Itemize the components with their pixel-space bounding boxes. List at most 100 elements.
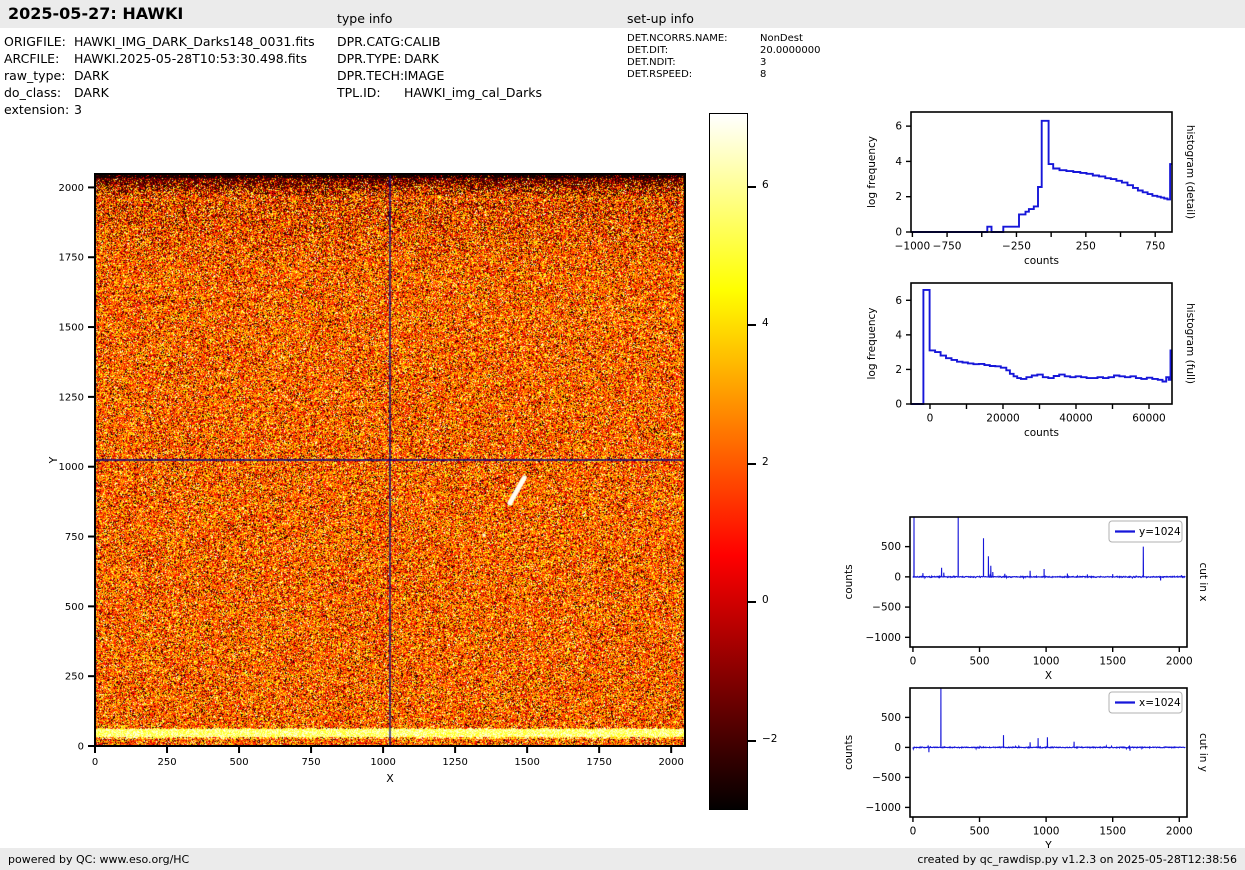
- axes-border: [94, 173, 686, 747]
- legend-label: x=1024: [1139, 697, 1181, 709]
- info-row-dit: DET.DIT: 20.0000000: [627, 45, 820, 56]
- colorbar-tick: [748, 739, 756, 742]
- x-tick-label: 2000: [658, 757, 683, 768]
- y-tick-label: 2: [895, 364, 902, 376]
- y-tick-label: 0: [894, 571, 901, 583]
- y-axis-label: counts: [843, 735, 855, 770]
- colorbar-tick-label: 2: [762, 455, 769, 468]
- y-tick-label: 1500: [59, 323, 84, 334]
- cut_in_y-axes: 0 500 1000 1500 2000−1000−5000500Ycounts cut …: [843, 687, 1209, 852]
- histogram_full-axes: 0 20000 40000 60000 0 2 4 6 counts log frequency h…: [866, 282, 1196, 439]
- y-tick-label: 6: [895, 121, 902, 133]
- y-tick-label: −500: [872, 772, 901, 784]
- x-tick-label: 0: [927, 413, 934, 425]
- footer-created-by: created by qc_rawdisp.py v1.2.3 on 2025-…: [917, 853, 1237, 866]
- side-label: histogram (detail): [1184, 125, 1196, 219]
- info-value: DARK: [404, 51, 439, 66]
- y-tick-label: 250: [65, 672, 84, 683]
- x-tick-label: 1500: [514, 757, 539, 768]
- info-value: DARK: [74, 68, 109, 83]
- axes-border: [910, 282, 1173, 405]
- x-tick-label: 1000: [1033, 826, 1060, 838]
- info-label: ARCFILE:: [4, 51, 60, 66]
- info-label: DET.RSPEED:: [627, 69, 693, 80]
- info-row-ncorrs: DET.NCORRS.NAME: NonDest: [627, 33, 803, 44]
- y-tick-label: 1250: [59, 392, 84, 403]
- info-label: DET.NCORRS.NAME:: [627, 33, 728, 44]
- x-tick-label: −250: [1002, 241, 1031, 253]
- info-label: DPR.TYPE:: [337, 51, 402, 66]
- colorbar-tick-label: 4: [762, 317, 769, 330]
- colorbar-tick-label: −2: [762, 732, 778, 745]
- raw_image-axes: 0 250 500 750 1000 1250 1500 1750 2000 0 250 500 750…: [47, 173, 686, 785]
- x-tick-label: 1000: [1033, 656, 1060, 668]
- histogram_detail-axes: −1000 −750 −250 250 750 0 2 4 6 counts log frequen…: [866, 111, 1196, 267]
- y-tick-label: 500: [881, 712, 901, 724]
- x-tick-label: 40000: [1059, 413, 1092, 425]
- info-label: DET.DIT:: [627, 45, 669, 56]
- x-tick-label: 500: [969, 826, 989, 838]
- colorbar: [709, 113, 748, 810]
- info-row-rspeed: DET.RSPEED: 8: [627, 69, 766, 80]
- info-value: 3: [74, 102, 82, 117]
- y-tick-label: 4: [895, 329, 902, 341]
- y-tick-label: 0: [895, 399, 902, 411]
- info-value: 20.0000000: [760, 45, 821, 56]
- y-tick-label: 6: [895, 295, 902, 307]
- x-tick-label: 1250: [442, 757, 467, 768]
- y-tick-label: 2000: [59, 183, 84, 194]
- histogram_detail-series: [911, 119, 1172, 233]
- x-tick-label: −750: [933, 241, 962, 253]
- footer-powered-by: powered by QC: www.eso.org/HC: [8, 853, 190, 866]
- y-tick-label: 4: [895, 156, 902, 168]
- x-tick-label: 0: [910, 656, 917, 668]
- info-row-dpr-type: DPR.TYPE: DARK: [337, 51, 439, 66]
- x-tick-label: 1750: [586, 757, 611, 768]
- y-tick-label: −500: [872, 602, 901, 614]
- side-label: histogram (full): [1184, 303, 1196, 384]
- x-axis-label: counts: [1024, 427, 1059, 439]
- y-tick-label: 1750: [59, 253, 84, 264]
- info-row-ndit: DET.NDIT: 3: [627, 57, 766, 68]
- info-row-tpl-id: TPL.ID: HAWKI_img_cal_Darks: [337, 85, 542, 100]
- x-tick-label: 250: [1076, 241, 1096, 253]
- info-label: TPL.ID:: [337, 85, 381, 100]
- y-tick-label: 0: [895, 227, 902, 239]
- info-label: raw_type:: [4, 68, 66, 83]
- y-axis-label: log frequency: [866, 136, 878, 208]
- y-tick-label: 2: [895, 191, 902, 203]
- info-label: DET.NDIT:: [627, 57, 676, 68]
- x-axis-label: counts: [1024, 255, 1059, 267]
- info-value: DARK: [74, 85, 109, 100]
- x-tick-label: 1000: [370, 757, 395, 768]
- x-tick-label: 250: [157, 757, 176, 768]
- x-tick-label: 60000: [1132, 413, 1165, 425]
- page-title: 2025-05-27: HAWKI: [8, 4, 184, 23]
- setup-info-section-label: set-up info: [627, 11, 694, 26]
- info-value: 8: [760, 69, 767, 80]
- legend: y=1024: [1108, 520, 1183, 543]
- x-tick-label: 500: [229, 757, 248, 768]
- y-axis-label: log frequency: [866, 307, 878, 379]
- side-label: cut in x: [1197, 562, 1209, 601]
- colorbar-tick-label: 0: [762, 594, 769, 607]
- x-tick-label: 1500: [1099, 826, 1126, 838]
- type-info-section-label: type info: [337, 11, 393, 26]
- x-tick-label: 0: [910, 826, 917, 838]
- info-value: IMAGE: [404, 68, 445, 83]
- x-tick-label: 20000: [986, 413, 1019, 425]
- x-tick-label: −1000: [895, 241, 931, 253]
- legend-label: y=1024: [1139, 526, 1181, 538]
- colorbar-tick: [748, 462, 756, 465]
- info-label: ORIGFILE:: [4, 34, 66, 49]
- x-tick-label: 1500: [1099, 656, 1126, 668]
- y-axis-label: counts: [843, 564, 855, 599]
- info-value: HAWKI.2025-05-28T10:53:30.498.fits: [74, 51, 307, 66]
- info-row-raw-type: raw_type: DARK: [4, 68, 109, 83]
- x-tick-label: 0: [92, 757, 98, 768]
- y-tick-label: 0: [78, 742, 84, 753]
- side-label: cut in y: [1197, 733, 1209, 772]
- x-tick-label: 750: [1145, 241, 1165, 253]
- info-row-dpr-catg: DPR.CATG: CALIB: [337, 34, 441, 49]
- histogram-detail-plot: −1000 −750 −250 250 750 0 2 4 6 counts log frequen…: [866, 111, 1196, 267]
